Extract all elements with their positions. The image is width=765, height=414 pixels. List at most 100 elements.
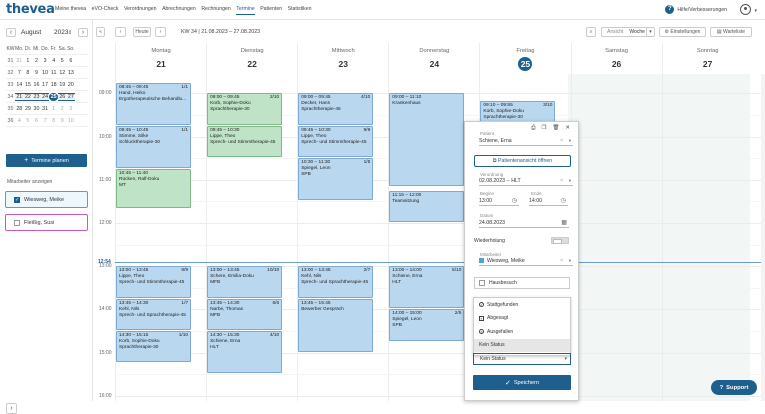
calendar-day[interactable]: 6 [67, 58, 76, 64]
calendar-day[interactable]: 15 [24, 82, 33, 88]
calendar-day[interactable]: 23 [32, 92, 41, 101]
start-time-field[interactable]: 13:00 ◷ [479, 196, 519, 206]
appointment-block[interactable]: 13:45 – 15:45 Bewerber Gespräch [298, 298, 374, 352]
appointment-block[interactable]: 13:00 – 13:45 2/7 Kehl, Nils Sprech- und Sp… [298, 266, 374, 298]
day-header-montag[interactable]: Montag 21 [115, 43, 206, 74]
clock-icon[interactable]: ◷ [561, 196, 566, 206]
appointment-block[interactable]: 14:00 – 15:00 2/5 Spiegel, Leon SPB [389, 309, 465, 341]
appointment-block[interactable]: 14:30 – 15:30 4/10 Schiene, Erna HLT [207, 331, 283, 374]
day-header-dienstag[interactable]: Dienstag 22 [206, 43, 297, 74]
calendar-day[interactable]: 2 [32, 58, 41, 64]
open-patient-button[interactable]: ⧉ Patientenansicht öffnen [474, 155, 571, 167]
calendar-day[interactable]: 22 [23, 92, 33, 101]
calendar-day[interactable]: 31 [41, 106, 50, 112]
calendar-day[interactable]: 20 [67, 82, 76, 88]
calendar-day[interactable]: 4 [15, 118, 24, 124]
save-button[interactable]: ✓ Speichern [473, 375, 571, 390]
calendar-day[interactable]: 18 [49, 82, 58, 88]
clear-icon[interactable]: × [560, 136, 563, 146]
appointment-block[interactable]: 10:45 – 11:40 Rücken, Ralf-Doku MT [116, 169, 192, 208]
print-icon[interactable]: ⎙ [531, 125, 535, 132]
nav-item-abrechnungen[interactable]: Abrechnungen [162, 4, 196, 15]
calendar-day[interactable]: 25 [49, 92, 58, 101]
calendar-day[interactable]: 28 [15, 106, 24, 112]
support-button[interactable]: ? Support [711, 380, 757, 395]
nav-item-statistiken[interactable]: Statistiken [288, 4, 312, 15]
view-dropdown-icon[interactable]: ▾ [646, 27, 655, 37]
chevron-down-icon[interactable]: ▾ [754, 8, 757, 14]
chevron-down-icon[interactable]: ▾ [569, 136, 571, 146]
appointment-block[interactable]: 08:45 – 09:45 1/1 Hand, Heiko Ergotherapeut… [116, 82, 192, 125]
today-button[interactable]: Heute [133, 27, 151, 37]
calendar-day[interactable]: 27 [66, 92, 76, 101]
clear-icon[interactable]: × [560, 176, 563, 186]
search-icon[interactable]: ⌕ [586, 27, 596, 37]
calendar-icon[interactable]: ▦ [561, 218, 567, 228]
calendar-day[interactable]: 5 [58, 58, 67, 64]
nav-item-termine[interactable]: Termine [236, 4, 255, 15]
calendar-day[interactable]: 4 [49, 58, 58, 64]
calendar-day[interactable]: 3 [67, 106, 76, 112]
calendar-day[interactable]: 24 [40, 92, 50, 101]
status-option-kein-status[interactable]: Kein Status [474, 338, 570, 352]
staff-field[interactable]: Wiesweg, Meike × ▾ [479, 256, 573, 266]
calendar-day[interactable]: 31 [15, 58, 24, 64]
calendar-day[interactable]: 6 [32, 118, 41, 124]
calendar-day[interactable]: 12 [58, 70, 67, 76]
appointment-block[interactable]: 13:45 – 14:30 1/7 Kehl, Nils Sprech- und Sp… [116, 298, 192, 331]
calendar-day[interactable]: 10 [67, 118, 76, 124]
calendar-day[interactable]: 7 [15, 70, 24, 76]
calendar-day[interactable]: 1 [24, 58, 33, 64]
status-option-stattgefunden[interactable]: ✓ Stattgefunden [474, 298, 570, 312]
clear-icon[interactable]: × [560, 256, 563, 266]
calendar-day[interactable]: 8 [24, 70, 33, 76]
repeat-toggle[interactable] [551, 237, 569, 244]
collapse-left-icon[interactable]: « [96, 27, 105, 37]
calendar-day[interactable]: 16 [32, 82, 41, 88]
patient-field[interactable]: Schiene, Erna × ▾ [479, 136, 573, 146]
plan-appointments-button[interactable]: + Termine planen [6, 154, 87, 167]
appointment-block[interactable]: 11:15 – 12:00 Teamsitzung [389, 190, 465, 223]
appointment-block[interactable]: 09:00 – 11:10 Krankenhaus [389, 93, 465, 187]
prescription-field[interactable]: 02.08.2023 -- HLT × ▾ [479, 176, 573, 186]
settings-button[interactable]: ⚙ Einstellungen [659, 27, 706, 37]
end-time-field[interactable]: 14:00 ◷ [529, 196, 568, 206]
appointment-block[interactable]: 09:45 – 10:30 9/9 Lippe, Theo Sprech- und S… [298, 125, 374, 158]
calendar-day[interactable]: 9 [32, 70, 41, 76]
nav-item-rechnungen[interactable]: Rechnungen [201, 4, 230, 15]
staff-filter-fleissig[interactable]: Fleißig, Susi [5, 214, 88, 231]
calendar-day[interactable]: 30 [32, 106, 41, 112]
week-number[interactable]: 32 [6, 70, 15, 76]
calendar-day[interactable]: 17 [41, 82, 50, 88]
week-number[interactable]: 34 [6, 94, 15, 100]
delete-icon[interactable]: 🗑 [552, 125, 559, 132]
calendar-day[interactable]: 9 [58, 118, 67, 124]
appointment-block[interactable]: 09:00 – 09:45 4/10 Decker, Hans Sprachthera… [298, 93, 374, 125]
calendar-day[interactable]: 21 [15, 92, 24, 101]
appointment-block[interactable]: 13:00 – 14:00 5/10 Schiene, Erna HLT [389, 266, 465, 309]
week-number[interactable]: 35 [6, 106, 15, 112]
year-select-icon[interactable]: ⇕ [68, 30, 78, 36]
calendar-day[interactable]: 19 [58, 82, 67, 88]
vertical-scrollbar[interactable] [761, 74, 765, 401]
appointment-block[interactable]: 09:45 – 10:45 1/1 Stimme, Silke Schluckther… [116, 125, 192, 169]
home-visit-checkbox[interactable]: Hausbesuch [474, 277, 570, 289]
copy-icon[interactable]: ❐ [541, 125, 546, 132]
appointment-block[interactable]: 14:30 – 15:15 1/10 Korb, Sophie-Doku Sprach… [116, 331, 192, 363]
calendar-day[interactable]: 10 [41, 70, 50, 76]
calendar-day[interactable]: 7 [41, 118, 50, 124]
avatar[interactable] [740, 4, 751, 15]
year-label[interactable]: 2023 [54, 29, 68, 36]
calendar-day[interactable]: 29 [24, 106, 33, 112]
prev-week-button[interactable]: ‹ [115, 27, 126, 37]
calendar-day[interactable]: 11 [49, 70, 58, 76]
checkbox-icon[interactable] [14, 219, 20, 226]
calendar-day[interactable]: 2 [58, 106, 67, 112]
chevron-down-icon[interactable]: ▾ [569, 176, 571, 186]
date-field[interactable]: 24.08.2023 ▦ [479, 218, 569, 228]
appointment-block[interactable]: 13:00 – 13:45 10/10 Schere, Emilia-Doku MFB [207, 266, 283, 298]
clock-icon[interactable]: ◷ [512, 196, 517, 206]
view-select[interactable]: Ansicht Woche [601, 27, 650, 37]
close-icon[interactable]: ✕ [565, 125, 570, 132]
app-logo[interactable]: thevea [6, 2, 55, 17]
